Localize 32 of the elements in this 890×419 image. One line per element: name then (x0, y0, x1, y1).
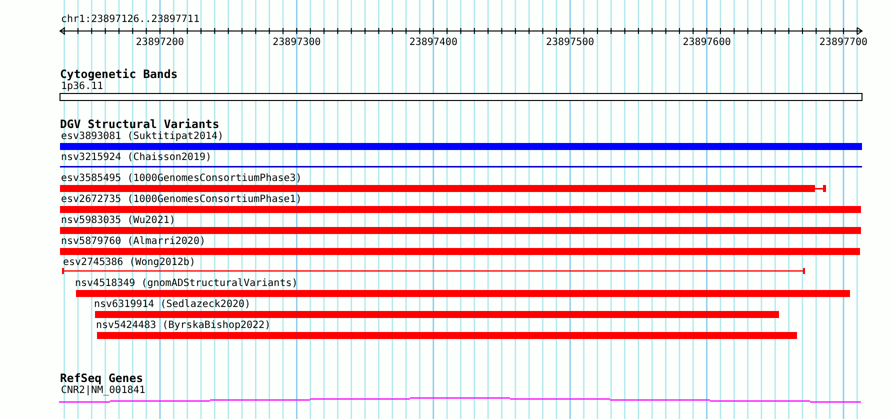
variant-label[interactable]: esv2672735 (1000GenomesConsortiumPhase1) (61, 194, 302, 205)
variant-bar[interactable] (60, 227, 861, 234)
variant-label[interactable]: esv2745386 (Wong2012b) (63, 257, 196, 268)
track-title: Cytogenetic Bands (59, 68, 179, 81)
variant-label[interactable]: nsv6319914 (Sedlazeck2020) (94, 299, 251, 310)
band-label: 1p36.11 (61, 81, 104, 92)
variant-label[interactable]: nsv3215924 (Chaisson2019) (61, 152, 212, 163)
variant-label[interactable]: nsv5879760 (Almarri2020) (61, 236, 206, 247)
variant-bar[interactable] (60, 206, 861, 213)
tick-label: 23897700 (819, 37, 868, 48)
track-title: DGV Structural Variants (59, 118, 220, 131)
variant-label[interactable]: nsv4518349 (gnomADStructuralVariants) (75, 278, 298, 289)
variant-line[interactable] (62, 268, 805, 274)
location-label: chr1:23897126..23897711 (60, 13, 200, 26)
variant-bar[interactable] (60, 248, 860, 255)
variant-bar[interactable] (95, 311, 779, 318)
gene-label[interactable]: CNR2|NM_001841 (61, 385, 146, 396)
tick-label: 23897400 (409, 37, 458, 48)
variant-label[interactable]: nsv5424483 (ByrskaBishop2022) (96, 320, 271, 331)
variant-bar[interactable] (76, 290, 850, 297)
gene-intron-line[interactable] (58, 397, 862, 403)
track-title: RefSeq Genes (59, 372, 144, 385)
variant-label[interactable]: esv3893081 (Suktitipat2014) (61, 131, 224, 142)
variant-bar[interactable] (60, 143, 862, 150)
tick-label: 23897600 (682, 37, 731, 48)
variant-label[interactable]: esv3585495 (1000GenomesConsortiumPhase3) (61, 173, 302, 184)
tick-label: 23897500 (546, 37, 594, 48)
variant-label[interactable]: nsv5983035 (Wu2021) (61, 215, 176, 226)
variant-bar[interactable] (97, 332, 797, 339)
variant-bar[interactable] (60, 185, 826, 192)
tick-label: 23897200 (136, 37, 184, 48)
tick-label: 23897300 (272, 37, 321, 48)
